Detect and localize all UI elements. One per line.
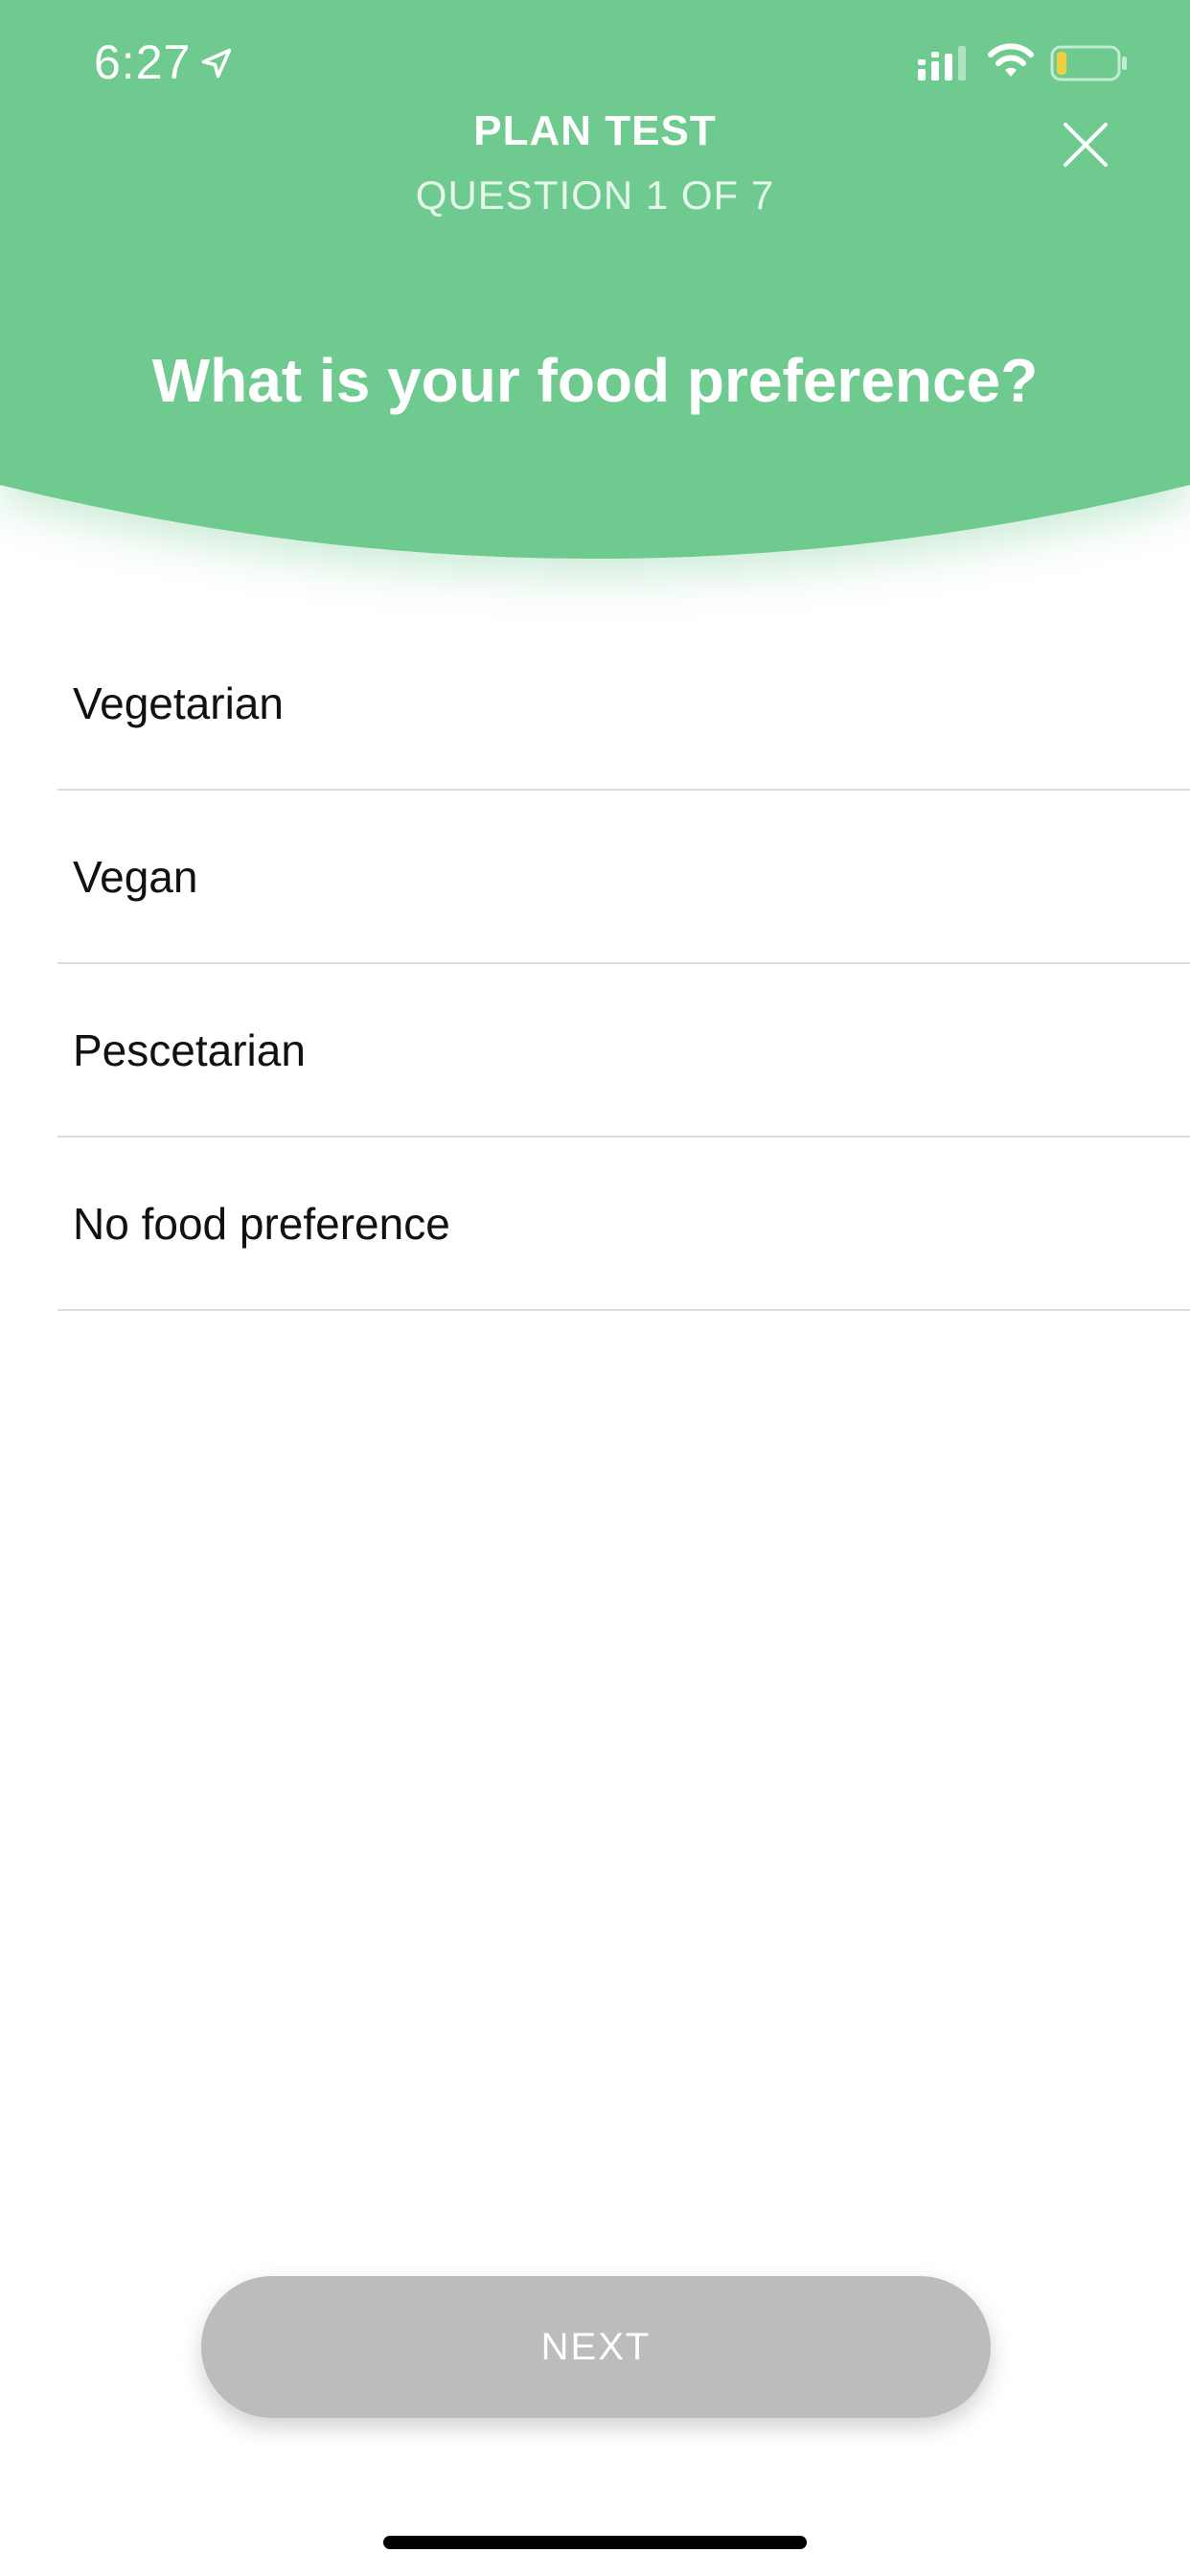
- option-label: Pescetarian: [73, 1024, 306, 1075]
- home-indicator: [383, 2536, 807, 2549]
- location-arrow-icon: [201, 48, 232, 79]
- question-heading: What is your food preference?: [151, 346, 1039, 415]
- question-progress: QUESTION 1 OF 7: [415, 172, 775, 218]
- page-title: PLAN TEST: [473, 107, 717, 154]
- close-icon[interactable]: [1054, 113, 1117, 176]
- header: 6:27 PLAN TEST QUESTION 1 OF 7 What is y…: [0, 0, 1190, 632]
- next-button[interactable]: NEXT: [201, 2276, 991, 2418]
- status-bar: 6:27: [0, 0, 1190, 125]
- next-button-label: NEXT: [540, 2325, 652, 2368]
- option-vegan[interactable]: Vegan: [57, 791, 1190, 964]
- option-no-food-preference[interactable]: No food preference: [57, 1138, 1190, 1311]
- wifi-icon: [988, 43, 1034, 77]
- battery-icon: [1050, 45, 1127, 81]
- option-label: No food preference: [73, 1198, 450, 1249]
- cellular-signal-icon: [918, 46, 966, 80]
- option-pescetarian[interactable]: Pescetarian: [57, 964, 1190, 1138]
- option-vegetarian[interactable]: Vegetarian: [57, 617, 1190, 791]
- status-time: 6:27: [94, 35, 192, 89]
- option-label: Vegetarian: [73, 678, 284, 728]
- options-list: Vegetarian Vegan Pescetarian No food pre…: [57, 617, 1190, 1311]
- option-label: Vegan: [73, 851, 198, 902]
